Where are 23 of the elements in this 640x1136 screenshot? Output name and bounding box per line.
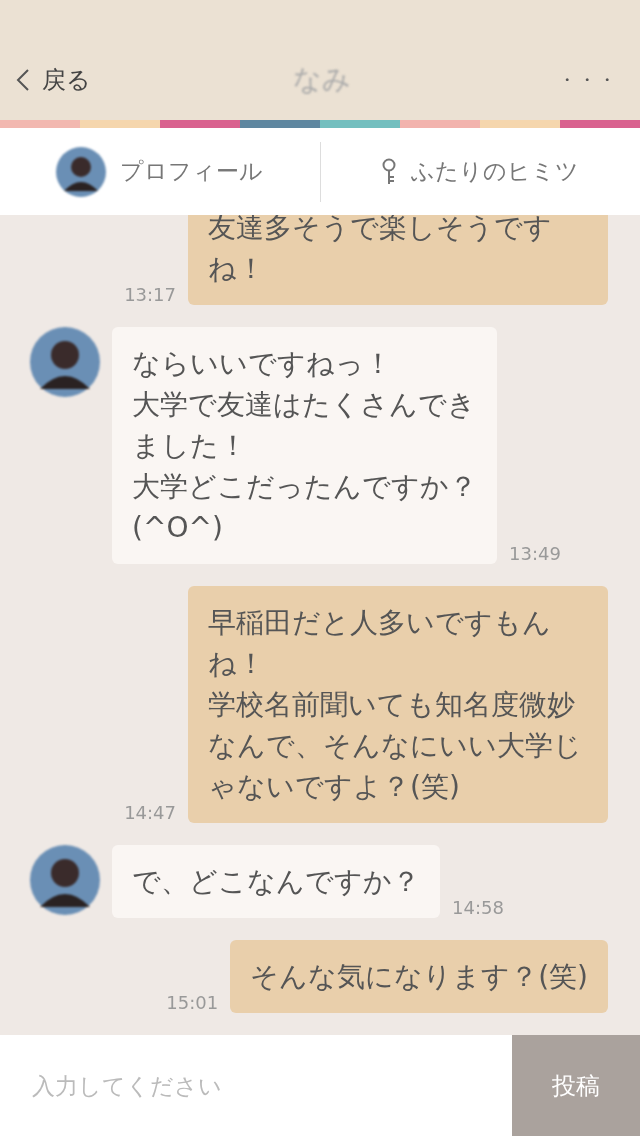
message-text: 大学で友達はたくさんできました！ <box>132 387 477 464</box>
avatar-icon <box>30 327 100 397</box>
avatar-icon <box>30 845 100 915</box>
message-text: そんな気になります？(笑) <box>250 959 588 995</box>
message-input[interactable]: 入力してください <box>0 1035 512 1136</box>
send-button[interactable]: 投稿 <box>512 1035 640 1136</box>
tab[interactable]: プロフィール <box>0 128 320 215</box>
message-time: 13:49 <box>509 543 561 564</box>
message-time: 14:58 <box>452 897 504 918</box>
message-text: で、どこなんですか？ <box>132 864 420 900</box>
more-button[interactable]: ・・・ <box>552 67 624 93</box>
message-time: 15:01 <box>166 992 219 1013</box>
message-time: 14:47 <box>124 802 176 823</box>
message-time: 13:17 <box>124 284 176 305</box>
back-button[interactable]: 戻る <box>16 64 91 96</box>
message-text: ならいいですねっ！ <box>132 346 393 382</box>
message-text: 学校名前聞いても知名度微妙なんで、そんなにいい大学じゃないですよ？(笑) <box>208 687 583 805</box>
key-icon <box>381 157 398 186</box>
message-text: 早稲田だと人多いですもんね！ <box>208 605 552 682</box>
chevron-left-icon <box>16 68 30 92</box>
avatar-icon <box>56 146 107 197</box>
tab[interactable]: ふたりのヒミツ <box>320 128 640 215</box>
message-text: 大学どこだったんですか？(^O^) <box>132 469 477 546</box>
